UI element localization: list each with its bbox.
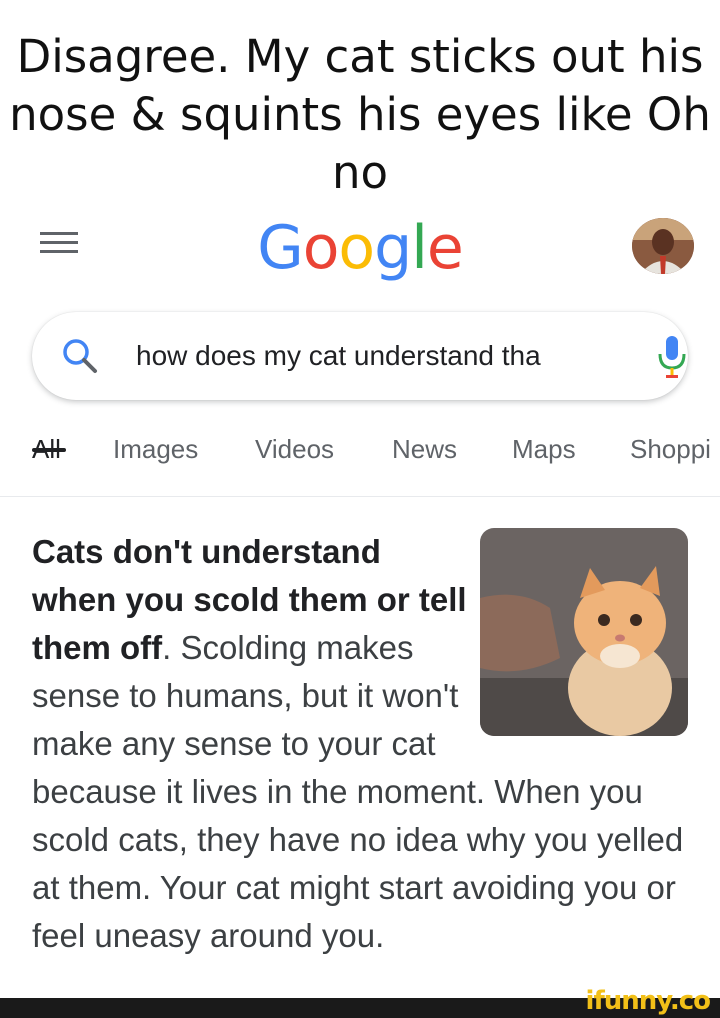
ifunny-watermark: ifunny.co bbox=[585, 986, 711, 1016]
tab-images[interactable]: Images bbox=[113, 434, 198, 465]
logo-letter: g bbox=[374, 213, 412, 283]
logo-letter: o bbox=[338, 213, 375, 283]
active-tab-indicator bbox=[32, 448, 66, 452]
logo-letter: o bbox=[302, 213, 340, 283]
featured-snippet: Cats don't understand when you scold the… bbox=[32, 528, 692, 960]
search-bar[interactable]: how does my cat understand tha bbox=[32, 312, 688, 400]
microphone-icon[interactable] bbox=[654, 334, 690, 382]
search-icon[interactable] bbox=[60, 336, 100, 376]
logo-letter: e bbox=[426, 213, 464, 283]
search-tabs: All Images Videos News Maps Shoppi bbox=[0, 420, 720, 497]
logo-letter: l bbox=[411, 213, 428, 283]
avatar-photo-icon bbox=[632, 218, 694, 274]
tab-news[interactable]: News bbox=[392, 434, 457, 465]
tab-shopping[interactable]: Shoppi bbox=[630, 434, 711, 465]
watermark-bar: ifunny.co bbox=[0, 986, 720, 1018]
tab-videos[interactable]: Videos bbox=[255, 434, 334, 465]
meme-caption: Disagree. My cat sticks out his nose & s… bbox=[9, 30, 711, 199]
account-avatar[interactable] bbox=[632, 218, 694, 274]
logo-letter: G bbox=[257, 213, 303, 283]
search-input[interactable]: how does my cat understand tha bbox=[136, 338, 596, 374]
google-logo: Google bbox=[0, 208, 720, 288]
tab-maps[interactable]: Maps bbox=[512, 434, 576, 465]
